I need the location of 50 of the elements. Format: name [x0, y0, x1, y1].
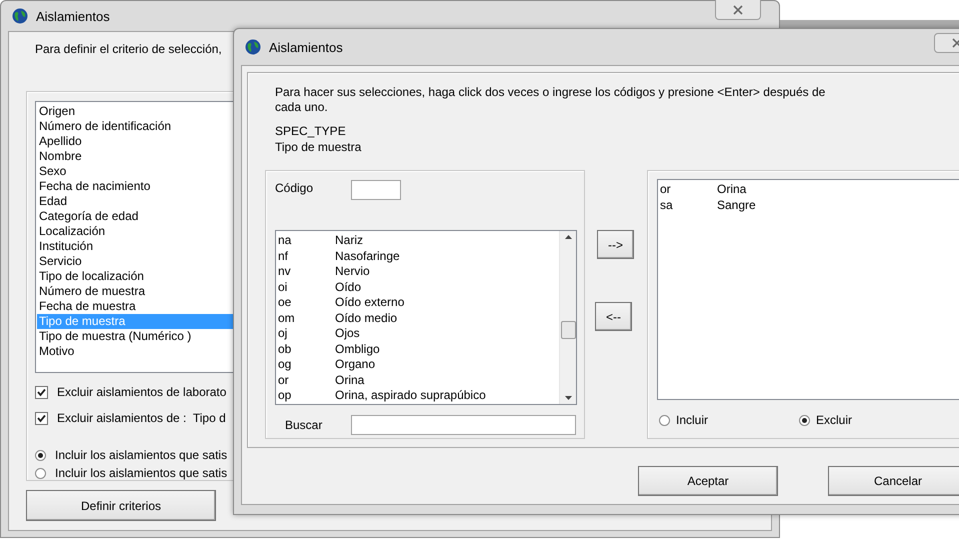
search-label: Buscar: [284, 418, 324, 432]
available-list[interactable]: na Nariz nf Nasofaringe nv Nervio oi Oído oe Oído externo om Oído medio oj Ojos ob Ombligo og Organo or Orina op Orina, aspirado suprapúbico: [275, 230, 577, 405]
list-item[interactable]: or Orina: [277, 372, 558, 388]
checkbox-label: Excluir aislamientos de laborato: [57, 385, 226, 399]
selected-list[interactable]: or Orina sa Sangre: [657, 179, 959, 400]
scroll-up-icon[interactable]: [564, 235, 572, 239]
radio-label: Excluir: [816, 413, 852, 427]
add-button[interactable]: -->: [597, 230, 634, 259]
radio-label: Incluir los aislamientos que satis: [55, 448, 228, 462]
checkbox[interactable]: [35, 386, 48, 398]
close-icon: [952, 38, 959, 48]
scroll-down-icon[interactable]: [564, 396, 572, 400]
list-item[interactable]: nf Nasofaringe: [277, 248, 558, 264]
scroll-thumb[interactable]: [561, 321, 576, 339]
field-name: Tipo de muestra: [275, 139, 362, 155]
radio-button[interactable]: [659, 414, 670, 426]
checkbox[interactable]: [35, 412, 48, 424]
define-criteria-button[interactable]: Definir criterios: [26, 490, 216, 521]
dialog-button[interactable]: Cancelar: [828, 466, 959, 496]
code-field[interactable]: [351, 180, 401, 200]
list-item[interactable]: oe Oído externo: [277, 295, 558, 310]
radio-label: Incluir los aislamientos que satis: [55, 466, 228, 480]
instruction-text: Para definir el criterio de selección,: [35, 42, 222, 57]
radio-button[interactable]: [35, 450, 46, 460]
window-title: Aislamientos: [36, 8, 110, 24]
list-item[interactable]: oi Oído: [277, 280, 558, 295]
field-code: SPEC_TYPE: [275, 123, 347, 139]
list-item[interactable]: og Organo: [277, 357, 558, 372]
list-item[interactable]: sa Sangre: [659, 198, 959, 213]
window-title: Aislamientos: [269, 40, 343, 54]
close-button[interactable]: [715, 0, 761, 20]
radio-label: Incluir: [676, 413, 708, 427]
dialog-button[interactable]: Aceptar: [638, 466, 778, 496]
list-item[interactable]: op Orina, aspirado suprapúbico: [277, 388, 558, 404]
list-item[interactable]: ob Ombligo: [277, 342, 558, 357]
radio-button[interactable]: [799, 414, 810, 426]
globe-icon: [12, 8, 28, 24]
remove-button[interactable]: <--: [595, 302, 632, 331]
checkbox-label: Excluir aislamientos de : Tipo d: [57, 411, 226, 425]
list-item[interactable]: oj Ojos: [277, 326, 558, 342]
radio-button[interactable]: [35, 468, 46, 478]
search-field[interactable]: [350, 415, 576, 435]
list-item[interactable]: na Nariz: [277, 233, 558, 248]
close-icon: [733, 4, 743, 14]
list-item[interactable]: nv Nervio: [277, 264, 558, 280]
globe-icon: [245, 39, 261, 55]
instruction-text: Para hacer sus selecciones, haga click dos veces o ingrese los códigos y presione <Enter> después de cada uno.: [275, 85, 826, 115]
list-item[interactable]: or Orina: [659, 182, 959, 198]
code-label: Código: [275, 180, 314, 196]
scrollbar[interactable]: [559, 231, 576, 404]
